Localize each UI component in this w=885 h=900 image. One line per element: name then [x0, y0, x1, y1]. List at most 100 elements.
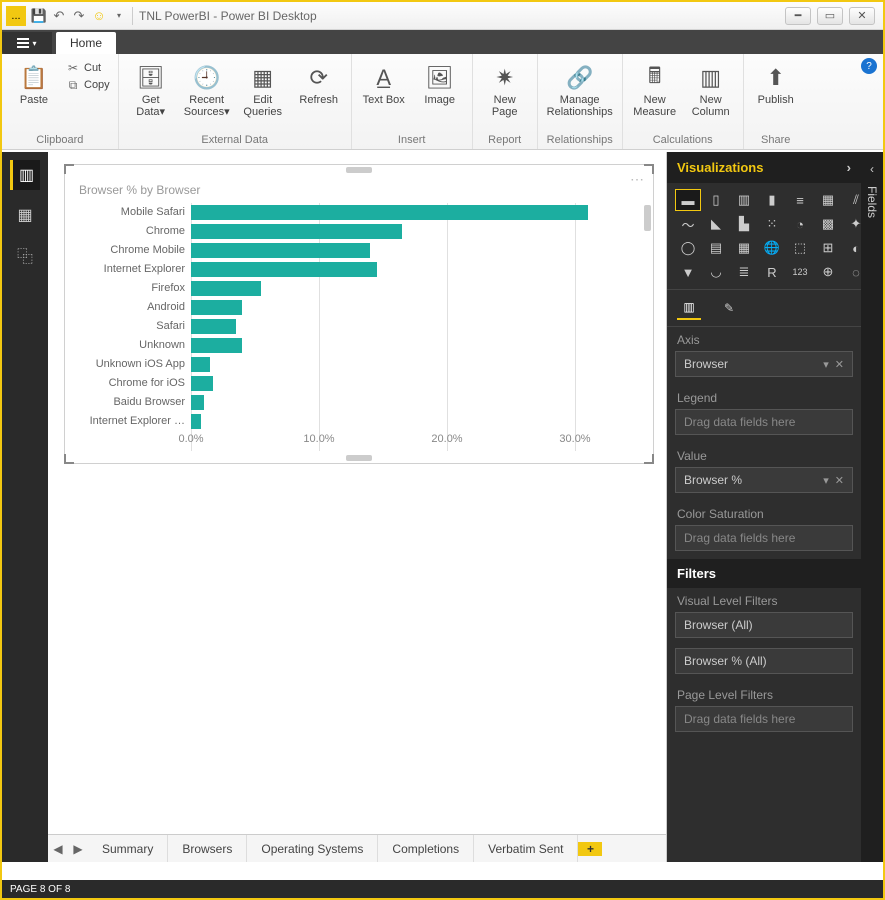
resize-handle[interactable]: [64, 164, 74, 174]
viz-matrix-icon[interactable]: ▦: [731, 237, 757, 259]
copy-button[interactable]: ⧉Copy: [64, 77, 112, 93]
axis-field-well[interactable]: Browser ▾✕: [675, 351, 853, 377]
viz-combo-icon[interactable]: ⫽: [843, 189, 861, 211]
page-tab[interactable]: Completions: [378, 835, 474, 862]
bar[interactable]: [191, 357, 210, 372]
viz-waterfall-icon[interactable]: ▙: [731, 213, 757, 235]
manage-relationships-button[interactable]: 🔗Manage Relationships: [544, 60, 616, 120]
viz-multi-card-icon[interactable]: ⊞: [815, 237, 841, 259]
dropdown-icon[interactable]: ▾: [823, 474, 829, 487]
visual-more-icon[interactable]: ⋯: [630, 171, 645, 188]
viz-treemap-icon[interactable]: ▩: [815, 213, 841, 235]
help-icon[interactable]: ?: [861, 58, 877, 74]
new-column-button[interactable]: ▥New Column: [685, 60, 737, 120]
page-prev-icon[interactable]: ◀: [48, 842, 68, 856]
viz-funnel-icon[interactable]: ▼: [675, 261, 701, 283]
format-tab-icon[interactable]: ✎: [717, 296, 741, 320]
viz-card-icon[interactable]: ⬚: [787, 237, 813, 259]
color-saturation-well[interactable]: Drag data fields here: [675, 525, 853, 551]
chevron-right-icon[interactable]: ›: [847, 160, 851, 175]
bar[interactable]: [191, 376, 213, 391]
publish-button[interactable]: ⬆Publish: [750, 60, 802, 120]
viz-stacked-bar-icon[interactable]: ▬: [675, 189, 701, 211]
text-box-button[interactable]: A̲Text Box: [358, 60, 410, 120]
drag-handle[interactable]: [346, 167, 372, 173]
bar[interactable]: [191, 338, 242, 353]
drag-handle[interactable]: [346, 455, 372, 461]
visualizations-header[interactable]: Visualizations›: [667, 152, 861, 183]
viz-scatter-icon[interactable]: ⁙: [759, 213, 785, 235]
bar[interactable]: [191, 300, 242, 315]
viz-gauge-icon[interactable]: ◡: [703, 261, 729, 283]
viz-slicer-icon[interactable]: ≣: [731, 261, 757, 283]
maximize-button[interactable]: ▭: [817, 7, 843, 25]
viz-custom-icon[interactable]: ⊕: [815, 261, 841, 283]
viz-table-icon[interactable]: ▤: [703, 237, 729, 259]
viz-import-icon[interactable]: ◌: [843, 261, 861, 283]
data-view-button[interactable]: ▦: [10, 200, 40, 230]
viz-map-icon[interactable]: ✦: [843, 213, 861, 235]
remove-icon[interactable]: ✕: [835, 474, 844, 487]
page-tab[interactable]: Browsers: [168, 835, 247, 862]
close-button[interactable]: ✕: [849, 7, 875, 25]
dropdown-icon[interactable]: ▾: [823, 358, 829, 371]
chart-visual[interactable]: ⋯ Browser % by Browser Mobile SafariChro…: [64, 164, 654, 464]
model-view-button[interactable]: ⿻: [10, 240, 40, 270]
viz-clustered-bar-icon[interactable]: ▯: [703, 189, 729, 211]
resize-handle[interactable]: [644, 164, 654, 174]
bar[interactable]: [191, 414, 201, 429]
viz-kpi-icon[interactable]: ◐: [843, 237, 861, 259]
bar[interactable]: [191, 205, 588, 220]
image-button[interactable]: 🖼Image: [414, 60, 466, 120]
bar[interactable]: [191, 243, 370, 258]
undo-icon[interactable]: ↶: [50, 7, 68, 25]
value-field-well[interactable]: Browser % ▾✕: [675, 467, 853, 493]
file-menu-button[interactable]: [2, 32, 52, 54]
bar[interactable]: [191, 281, 261, 296]
bar[interactable]: [191, 262, 377, 277]
save-icon[interactable]: 💾: [30, 7, 48, 25]
resize-handle[interactable]: [644, 454, 654, 464]
filter-browser[interactable]: Browser (All): [675, 612, 853, 638]
paste-button[interactable]: 📋Paste: [8, 60, 60, 120]
report-view-button[interactable]: ▥: [10, 160, 40, 190]
viz-100bar-icon[interactable]: ≡: [787, 189, 813, 211]
bar[interactable]: [191, 395, 204, 410]
page-tab[interactable]: Summary: [88, 835, 168, 862]
legend-field-well[interactable]: Drag data fields here: [675, 409, 853, 435]
resize-handle[interactable]: [64, 454, 74, 464]
minimize-button[interactable]: ━: [785, 7, 811, 25]
viz-clustered-column-icon[interactable]: ▮: [759, 189, 785, 211]
page-filters-well[interactable]: Drag data fields here: [675, 706, 853, 732]
get-data-button[interactable]: 🗄Get Data▾: [125, 60, 177, 120]
add-page-button[interactable]: +: [578, 842, 602, 856]
new-page-button[interactable]: ✷New Page: [479, 60, 531, 120]
chevron-left-icon[interactable]: ‹: [870, 162, 874, 176]
remove-icon[interactable]: ✕: [835, 358, 844, 371]
smiley-icon[interactable]: ☺: [90, 7, 108, 25]
recent-sources-button[interactable]: 🕘Recent Sources▾: [181, 60, 233, 120]
scrollbar-thumb[interactable]: [644, 205, 651, 231]
qat-dropdown-icon[interactable]: ▾: [110, 7, 128, 25]
filter-browser-percent[interactable]: Browser % (All): [675, 648, 853, 674]
viz-123-icon[interactable]: 123: [787, 261, 813, 283]
bar[interactable]: [191, 224, 402, 239]
cut-button[interactable]: ✂Cut: [64, 60, 112, 76]
viz-stacked-column-icon[interactable]: ▥: [731, 189, 757, 211]
new-measure-button[interactable]: 🖩New Measure: [629, 60, 681, 120]
redo-icon[interactable]: ↷: [70, 7, 88, 25]
viz-area-icon[interactable]: ◣: [703, 213, 729, 235]
viz-pie-icon[interactable]: ◔: [787, 213, 813, 235]
page-next-icon[interactable]: ▶: [68, 842, 88, 856]
tab-home[interactable]: Home: [56, 32, 116, 54]
viz-100column-icon[interactable]: ▦: [815, 189, 841, 211]
bar[interactable]: [191, 319, 236, 334]
fields-pane-collapsed[interactable]: ‹ Fields: [861, 152, 883, 862]
refresh-button[interactable]: ⟳Refresh: [293, 60, 345, 120]
edit-queries-button[interactable]: ▦Edit Queries: [237, 60, 289, 120]
page-tab[interactable]: Operating Systems: [247, 835, 378, 862]
viz-donut-icon[interactable]: ◯: [675, 237, 701, 259]
viz-line-icon[interactable]: 〜: [675, 213, 701, 235]
viz-filled-map-icon[interactable]: 🌐: [759, 237, 785, 259]
fields-tab-icon[interactable]: ▥: [677, 296, 701, 320]
